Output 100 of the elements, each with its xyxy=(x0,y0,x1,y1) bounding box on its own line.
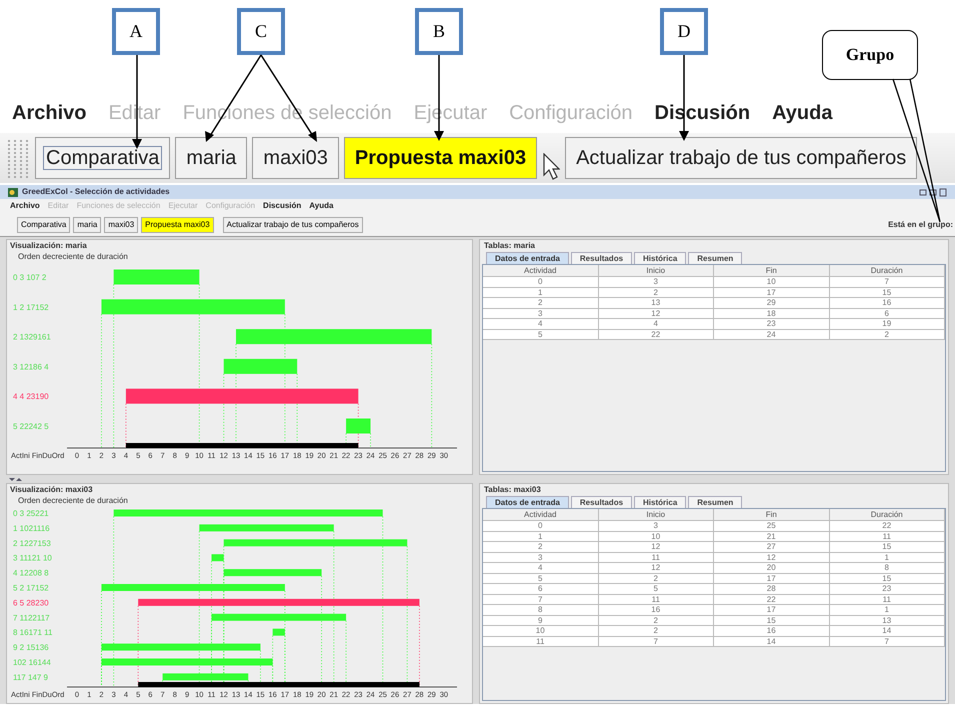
table-cell: 29 xyxy=(714,298,830,308)
table-cell: 16 xyxy=(714,626,830,636)
menu-item[interactable]: Archivo xyxy=(10,200,40,212)
table-cell: 3 xyxy=(483,552,598,563)
tab[interactable]: Datos de entrada xyxy=(486,496,569,508)
toolbar-button[interactable]: Comparativa xyxy=(35,137,170,179)
toolbar-button[interactable]: Actualizar trabajo de tus compañeros xyxy=(565,137,918,179)
tab[interactable]: Histórica xyxy=(634,252,686,264)
table-cell: 13 xyxy=(598,298,714,308)
table-cell: 9 xyxy=(483,616,598,626)
toolbar-button[interactable]: maria xyxy=(73,216,102,232)
table-cell: 14 xyxy=(830,626,945,636)
table-cell: 5 xyxy=(483,330,598,340)
table-cell: 11 xyxy=(830,532,945,542)
callout-bubble: Grupo xyxy=(822,30,918,80)
table-cell: 27 xyxy=(714,542,830,552)
table-cell: 11 xyxy=(483,636,598,647)
table-cell: 18 xyxy=(714,308,830,319)
table-cell: 16 xyxy=(830,298,945,308)
table-cell: 6 xyxy=(483,584,598,594)
splitter-arrows-icon[interactable] xyxy=(8,476,22,482)
toolbar-button[interactable]: maxi03 xyxy=(252,137,339,179)
table-cell: 1 xyxy=(483,532,598,542)
toolbar-button[interactable]: Actualizar trabajo de tus compañeros xyxy=(222,216,363,232)
table-cell: 2 xyxy=(483,298,598,308)
annotation-label: D xyxy=(660,8,708,55)
row-label: 9 2 15136 xyxy=(13,643,49,652)
menu-item[interactable]: Ayuda xyxy=(772,98,832,128)
table-cell: 15 xyxy=(830,288,945,298)
table-cell: 13 xyxy=(830,616,945,626)
annotation-label: A xyxy=(112,8,160,55)
column-header[interactable]: Inicio xyxy=(598,509,714,521)
chart-subtitle: Orden decreciente de duración xyxy=(17,251,129,262)
toolbar-button[interactable]: maria xyxy=(175,137,248,179)
table-cell: 7 xyxy=(830,636,945,647)
toolbar-button[interactable]: Propuesta maxi03 xyxy=(141,216,214,232)
window-controls-icon[interactable] xyxy=(919,188,947,196)
tab[interactable]: Resumen xyxy=(688,496,742,508)
menu-item[interactable]: Archivo xyxy=(12,98,86,128)
column-header[interactable]: Duración xyxy=(830,265,945,277)
table-cell: 23 xyxy=(830,584,945,594)
table-cell: 11 xyxy=(598,552,714,563)
row-label: 5 2 17152 xyxy=(13,584,49,592)
table-cell: 16 xyxy=(598,605,714,616)
tab[interactable]: Resultados xyxy=(570,252,632,264)
row-label: 117 147 9 xyxy=(13,672,48,682)
row-label: 0 3 25221 xyxy=(13,509,49,518)
table-cell: 12 xyxy=(598,542,714,552)
tab[interactable]: Resumen xyxy=(688,252,742,264)
menu-item[interactable]: Ayuda xyxy=(309,200,334,212)
table-cell: 21 xyxy=(714,532,830,542)
column-header[interactable]: Fin xyxy=(714,265,830,277)
table-cell: 17 xyxy=(714,574,830,584)
column-header[interactable]: Inicio xyxy=(598,265,714,277)
table-cell: 14 xyxy=(714,636,830,647)
column-header[interactable]: Duración xyxy=(830,509,945,521)
table-cell: 3 xyxy=(598,277,714,288)
row-label: 6 5 28230 xyxy=(13,598,49,608)
cursor-icon xyxy=(542,153,560,181)
table-cell: 22 xyxy=(598,330,714,340)
table-cell: 7 xyxy=(483,594,598,605)
row-label: 0 3 107 2 xyxy=(13,273,46,282)
table-cell: 2 xyxy=(830,330,945,340)
table-cell: 2 xyxy=(598,616,714,626)
toolbar-button[interactable]: maxi03 xyxy=(104,216,138,232)
panel-title: Visualización: maxi03 xyxy=(9,484,94,495)
column-header[interactable]: Actividad xyxy=(483,509,598,521)
menu-item[interactable]: Discusión xyxy=(263,200,302,212)
row-label: 4 12208 8 xyxy=(13,568,49,578)
table-cell: 0 xyxy=(483,521,598,532)
tab[interactable]: Histórica xyxy=(634,496,686,508)
table-cell: 4 xyxy=(483,319,598,330)
row-label: 1 2 17152 xyxy=(13,302,49,312)
table-cell: 12 xyxy=(598,563,714,574)
column-header[interactable]: Actividad xyxy=(483,265,598,277)
row-label: 2 1227153 xyxy=(13,538,51,548)
toolbar-button[interactable]: Comparativa xyxy=(17,216,70,232)
row-label: 102 16144 xyxy=(13,658,51,667)
table-cell: 22 xyxy=(714,594,830,605)
column-header[interactable]: Fin xyxy=(714,509,830,521)
table-cell: 19 xyxy=(830,319,945,330)
table-cell: 7 xyxy=(598,636,714,647)
table-cell: 12 xyxy=(714,552,830,563)
row-label: 7 1122117 xyxy=(13,613,50,622)
table-cell: 1 xyxy=(830,552,945,563)
toolbar-button[interactable]: Propuesta maxi03 xyxy=(344,137,538,179)
row-label: 2 1329161 xyxy=(13,332,51,342)
chart-subtitle: Orden decreciente de duración xyxy=(17,495,129,506)
table-cell: 2 xyxy=(483,542,598,552)
grip-icon xyxy=(6,138,30,178)
row-label: 1 1021116 xyxy=(13,524,50,533)
table-cell: 23 xyxy=(714,319,830,330)
panel-title: Tablas: maxi03 xyxy=(483,484,542,495)
tab[interactable]: Resultados xyxy=(570,496,632,508)
panel-title: Tablas: maria xyxy=(483,240,536,251)
row-label: 4 4 23190 xyxy=(13,392,49,402)
row-label: 3 12186 4 xyxy=(13,362,49,372)
table-cell: 1 xyxy=(830,605,945,616)
tab[interactable]: Datos de entrada xyxy=(486,252,569,264)
table-cell: 17 xyxy=(714,605,830,616)
